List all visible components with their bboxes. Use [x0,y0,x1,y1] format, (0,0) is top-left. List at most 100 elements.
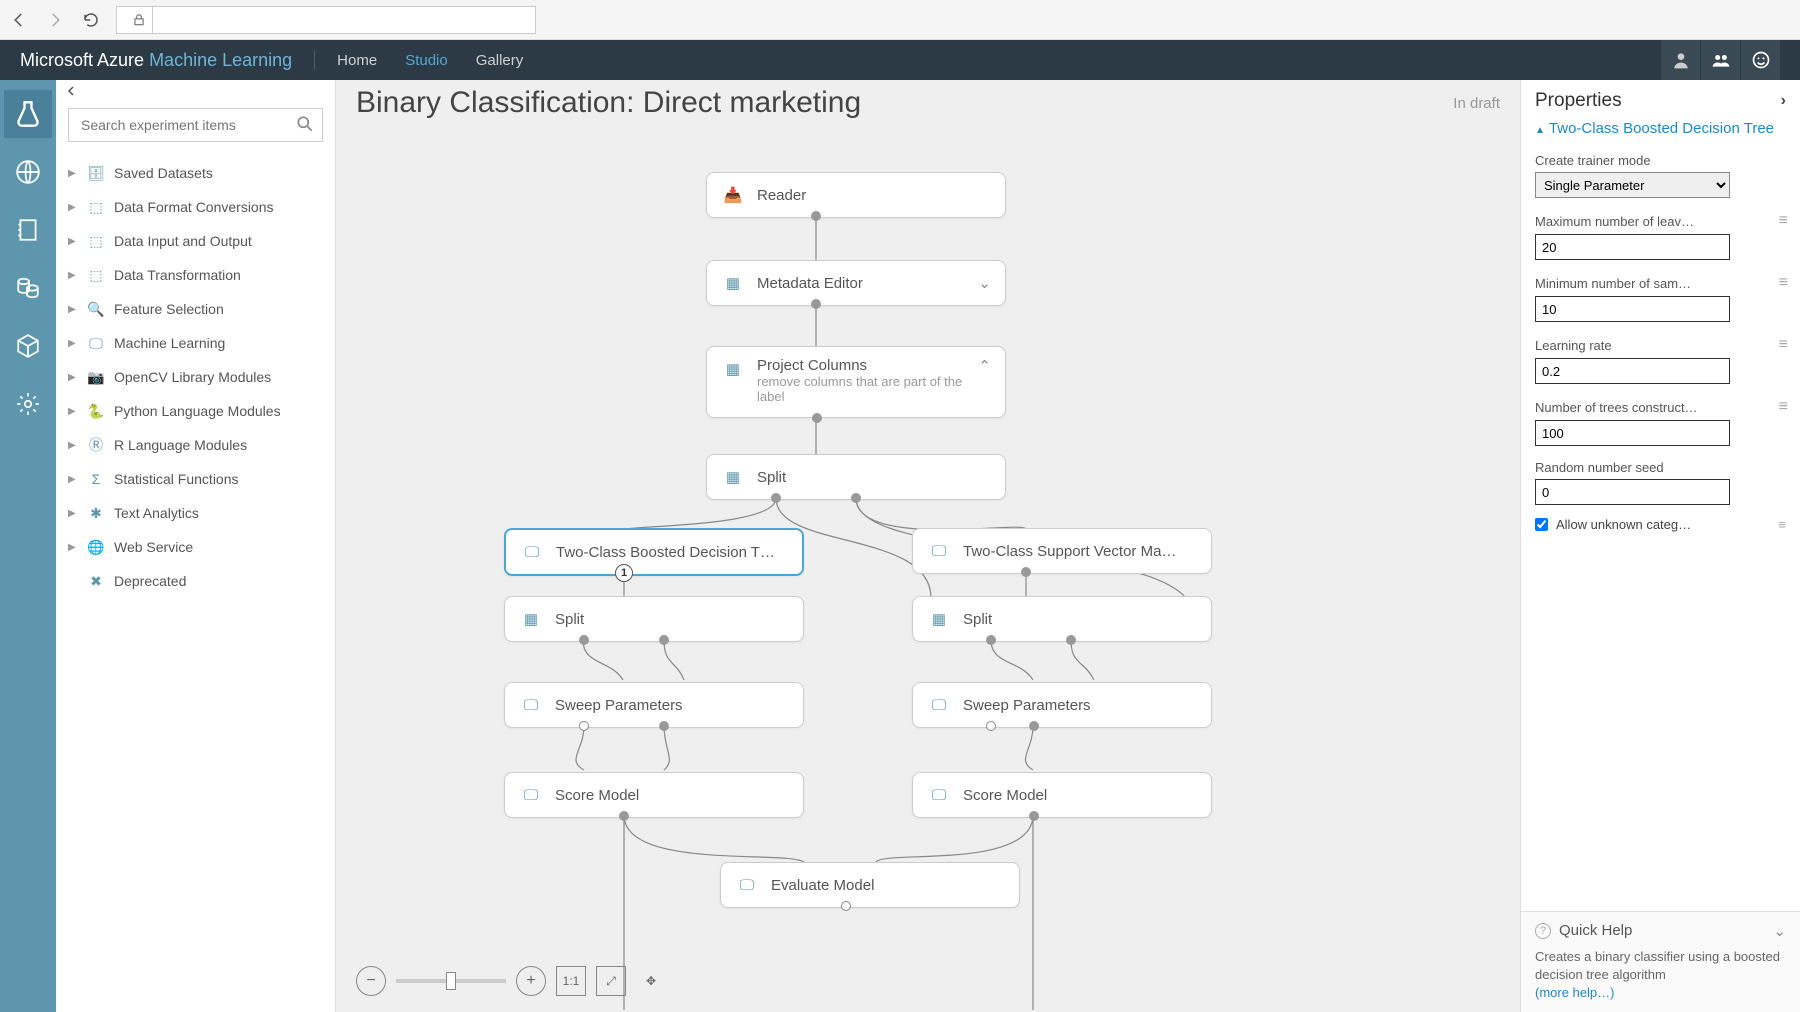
chevron-down-icon[interactable]: ⌄ [978,274,991,292]
rail-web-icon[interactable] [4,148,52,196]
properties-panel: Properties › ▲Two-Class Boosted Decision… [1520,80,1800,1012]
tree-web-service[interactable]: ▶🌐Web Service [64,530,327,564]
zoom-actual-button[interactable]: 1:1 [556,966,586,996]
zoom-out-button[interactable]: − [356,966,386,996]
r-icon: Ⓡ [86,435,106,455]
tree-data-transform[interactable]: ▶⬚Data Transformation [64,258,327,292]
node-boosted-decision-tree[interactable]: 🖵 Two-Class Boosted Decision T… [504,528,804,576]
learning-rate-input[interactable] [1535,358,1730,384]
refresh-icon[interactable] [80,9,102,31]
tree-stats[interactable]: ▶ΣStatistical Functions [64,462,327,496]
port[interactable] [579,635,589,645]
port[interactable] [811,211,821,221]
menu-icon[interactable]: ≡ [1779,336,1786,354]
port[interactable] [771,493,781,503]
nav-gallery[interactable]: Gallery [476,52,524,69]
port[interactable] [1021,567,1031,577]
table-icon: ▦ [721,465,745,489]
rail-models-icon[interactable] [4,322,52,370]
zoom-in-button[interactable]: + [516,966,546,996]
node-sweep-right[interactable]: 🖵 Sweep Parameters [912,682,1212,728]
more-help-link[interactable]: (more help…) [1535,985,1614,1000]
tree-opencv[interactable]: ▶📷OpenCV Library Modules [64,360,327,394]
node-sweep-left[interactable]: 🖵 Sweep Parameters [504,682,804,728]
experiment-canvas[interactable]: Binary Classification: Direct marketing … [336,80,1520,1012]
menu-icon[interactable]: ≡ [1778,517,1786,532]
tree-python[interactable]: ▶🐍Python Language Modules [64,394,327,428]
node-split-left[interactable]: ▦ Split [504,596,804,642]
min-samples-input[interactable] [1535,296,1730,322]
max-leaves-input[interactable] [1535,234,1730,260]
num-trees-input[interactable] [1535,420,1730,446]
collapse-sidebar[interactable] [56,80,335,102]
zoom-slider[interactable] [396,979,506,983]
chevron-up-icon[interactable]: ⌃ [978,357,991,375]
tree-feature-selection[interactable]: ▶🔍Feature Selection [64,292,327,326]
rail-settings-icon[interactable] [4,380,52,428]
tree-data-io[interactable]: ▶⬚Data Input and Output [64,224,327,258]
port[interactable] [841,901,851,911]
collapse-properties[interactable]: › [1781,92,1786,110]
port[interactable] [986,721,996,731]
port[interactable] [812,413,822,423]
address-bar[interactable] [116,6,536,34]
search-icon[interactable] [295,114,315,139]
port-badge[interactable]: 1 [615,564,633,582]
tree-text[interactable]: ▶✱Text Analytics [64,496,327,530]
port[interactable] [1066,635,1076,645]
menu-icon[interactable]: ≡ [1779,274,1786,292]
seed-input[interactable] [1535,479,1730,505]
port[interactable] [1029,721,1039,731]
tree-data-format[interactable]: ▶⬚Data Format Conversions [64,190,327,224]
format-icon: ⬚ [86,199,106,216]
stats-icon: Σ [86,471,106,487]
min-samples-label: Minimum number of sam…≡ [1535,274,1786,292]
tree-saved-datasets[interactable]: ▶🗄Saved Datasets [64,156,327,190]
allow-unknown-checkbox[interactable] [1535,518,1548,531]
node-split-right[interactable]: ▦ Split [912,596,1212,642]
port[interactable] [851,493,861,503]
group-icon[interactable] [1700,40,1740,80]
menu-icon[interactable]: ≡ [1779,398,1786,416]
port[interactable] [659,635,669,645]
node-svm[interactable]: 🖵 Two-Class Support Vector Ma… [912,528,1212,574]
port[interactable] [1029,811,1039,821]
search-input[interactable] [68,108,323,142]
tree-r[interactable]: ▶ⓇR Language Modules [64,428,327,462]
trainer-mode-select[interactable]: Single Parameter [1535,172,1730,198]
nav-studio[interactable]: Studio [405,52,448,69]
node-reader[interactable]: 📥 Reader [706,172,1006,218]
max-leaves-label: Maximum number of leav…≡ [1535,212,1786,230]
back-icon[interactable] [8,9,30,31]
node-score-left[interactable]: 🖵 Score Model [504,772,804,818]
quick-help-title: Quick Help [1559,922,1632,939]
tree-machine-learning[interactable]: ▶🖵Machine Learning [64,326,327,360]
model-icon: 🖵 [519,783,543,807]
user-icon[interactable] [1660,40,1700,80]
node-evaluate[interactable]: 🖵 Evaluate Model [720,862,1020,908]
forward-icon[interactable] [44,9,66,31]
nav-home[interactable]: Home [337,52,377,69]
node-project-columns[interactable]: ▦ Project Columns remove columns that ar… [706,346,1006,418]
help-icon: ? [1535,923,1551,939]
port[interactable] [986,635,996,645]
port[interactable] [579,721,589,731]
rail-notebook-icon[interactable] [4,206,52,254]
chevron-down-icon[interactable]: ⌄ [1773,922,1786,940]
port[interactable] [619,811,629,821]
tree-deprecated[interactable]: ✖Deprecated [64,564,327,598]
port[interactable] [811,299,821,309]
rail-datasets-icon[interactable] [4,264,52,312]
zoom-thumb[interactable] [446,972,456,990]
node-metadata-editor[interactable]: ▦ Metadata Editor ⌄ [706,260,1006,306]
zoom-fit-button[interactable]: ⤢ [596,966,626,996]
azure-topbar: Microsoft Azure Machine Learning Home St… [0,40,1800,80]
rail-experiments-icon[interactable] [4,90,52,138]
port[interactable] [659,721,669,731]
num-trees-label: Number of trees construct…≡ [1535,398,1786,416]
menu-icon[interactable]: ≡ [1779,212,1786,230]
smile-icon[interactable] [1740,40,1780,80]
selected-module-title[interactable]: ▲Two-Class Boosted Decision Tree [1521,118,1800,143]
node-score-right[interactable]: 🖵 Score Model [912,772,1212,818]
pan-button[interactable]: ✥ [636,966,666,996]
